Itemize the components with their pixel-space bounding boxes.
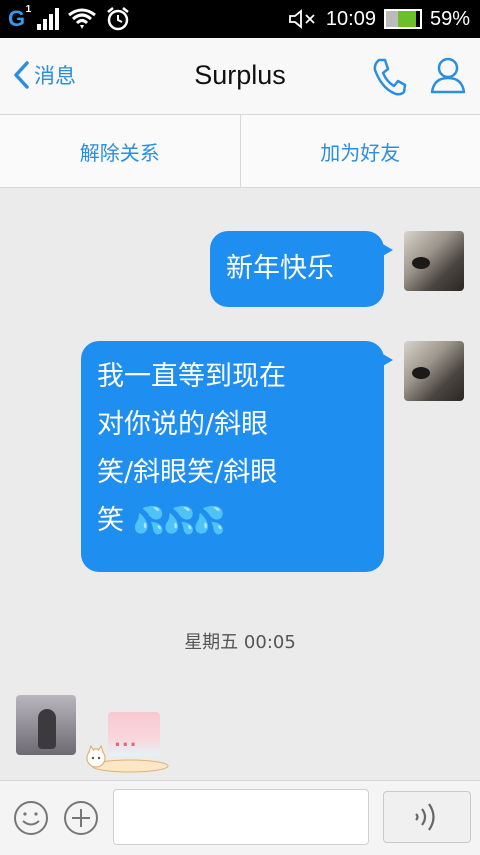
phone-icon[interactable] xyxy=(371,56,407,96)
message-bubble[interactable]: 新年快乐 xyxy=(210,231,384,307)
message-line: 笑 xyxy=(97,505,124,536)
plus-icon[interactable] xyxy=(62,799,100,837)
wifi-icon xyxy=(67,7,97,31)
chat-title: Surplus xyxy=(0,60,480,91)
battery-icon xyxy=(384,9,422,29)
status-bar: G1 10:09 59% xyxy=(0,0,480,38)
message-line: 我一直等到现在 xyxy=(97,353,368,401)
message-line: 对你说的/斜眼 xyxy=(97,401,368,449)
relation-action-bar: 解除关系 加为好友 xyxy=(0,115,480,188)
input-bar xyxy=(0,780,480,855)
remove-relation-button[interactable]: 解除关系 xyxy=(0,115,240,187)
alarm-icon xyxy=(105,6,131,32)
status-time: 10:09 xyxy=(326,8,376,31)
sweat-drops-icon: 💦💦💦 xyxy=(133,497,224,545)
cat-sticker-icon xyxy=(82,744,172,774)
add-friend-button[interactable]: 加为好友 xyxy=(240,115,480,187)
message-input[interactable] xyxy=(113,789,369,845)
person-icon[interactable] xyxy=(430,56,466,96)
message-bubble[interactable]: 我一直等到现在 对你说的/斜眼 笑/斜眼笑/斜眼 笑 💦💦💦 xyxy=(81,341,384,572)
nav-bar: 消息 Surplus xyxy=(0,38,480,115)
message-timestamp: 星期五 00:05 xyxy=(0,628,480,654)
battery-percent: 59% xyxy=(430,8,470,31)
avatar[interactable] xyxy=(404,231,464,291)
message-line: 笑/斜眼笑/斜眼 xyxy=(97,449,368,497)
contact-avatar[interactable] xyxy=(16,695,76,755)
message-text: 新年快乐 xyxy=(226,253,334,284)
network-type: G1 xyxy=(8,6,25,32)
smiley-icon[interactable] xyxy=(12,799,50,837)
voice-button[interactable] xyxy=(383,791,471,843)
voice-wave-icon xyxy=(412,801,442,833)
mute-icon xyxy=(288,8,318,30)
avatar[interactable] xyxy=(404,341,464,401)
signal-icon xyxy=(37,8,59,30)
